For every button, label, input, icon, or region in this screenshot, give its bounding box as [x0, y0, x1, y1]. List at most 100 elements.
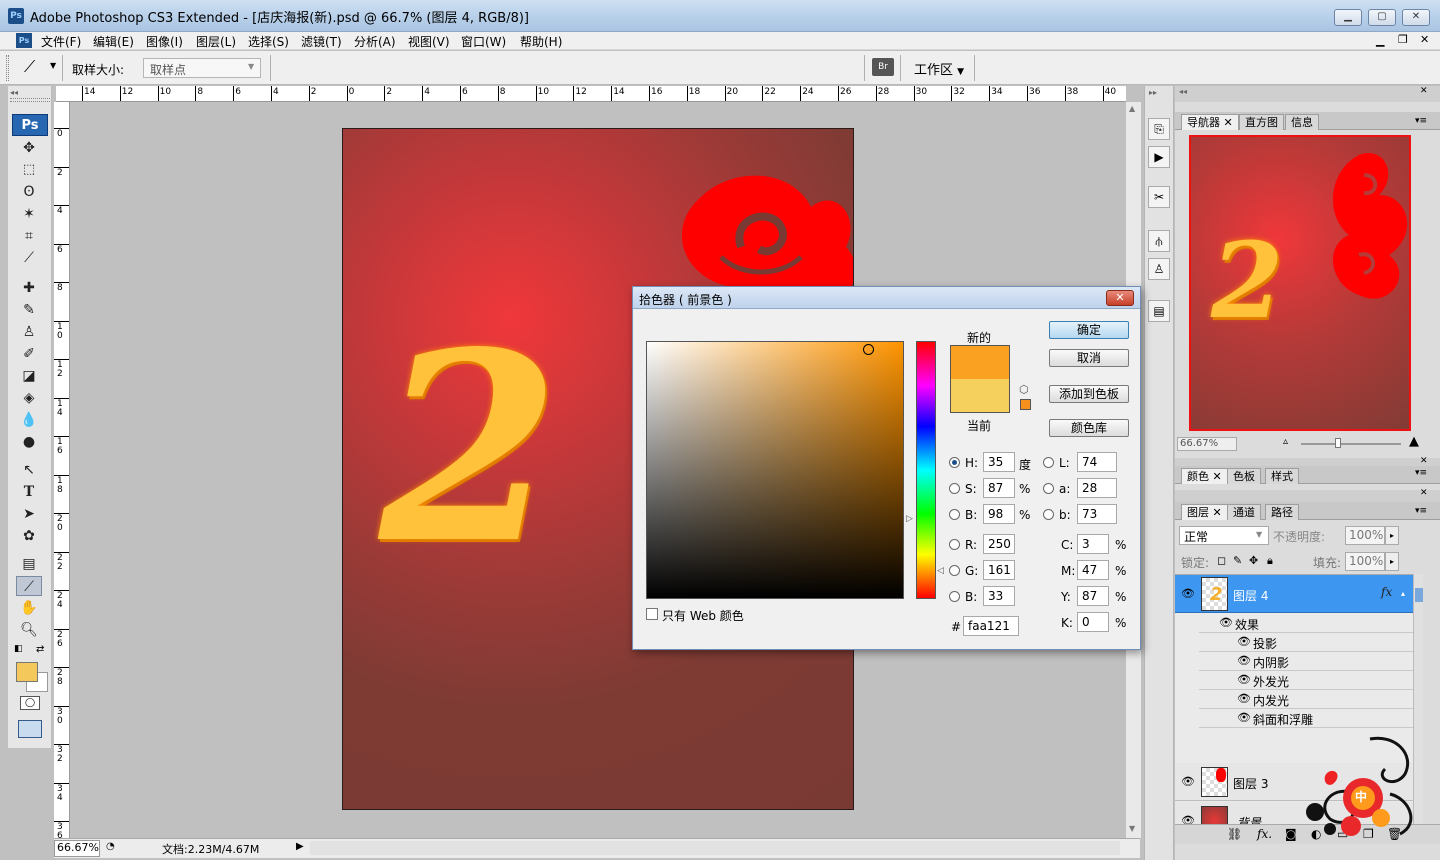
- effect-row[interactable]: 👁︎ 投影: [1199, 633, 1413, 652]
- tab-info[interactable]: 信息: [1285, 114, 1319, 130]
- hue-pointer-right-icon[interactable]: ◁: [937, 566, 944, 576]
- web-only-checkbox[interactable]: [646, 608, 658, 620]
- dialog-close-button[interactable]: ✕: [1106, 290, 1134, 306]
- link-layers-icon[interactable]: ⛓: [1227, 827, 1242, 841]
- visibility-eye-icon[interactable]: 👁︎: [1181, 587, 1195, 600]
- zoom-out-icon[interactable]: ▵: [1283, 436, 1288, 447]
- add-to-swatches-button[interactable]: 添加到色板: [1049, 385, 1129, 403]
- move-tool-icon[interactable]: ✥: [16, 138, 42, 158]
- tab-histogram[interactable]: 直方图: [1239, 114, 1284, 130]
- clone-stamp-tool-icon[interactable]: ♙: [16, 322, 42, 342]
- hue-slider[interactable]: [916, 341, 936, 599]
- panel-menu-icon[interactable]: ▾≡: [1415, 506, 1427, 516]
- tab-layers[interactable]: 图层 ✕: [1181, 504, 1228, 520]
- photoshop-logo[interactable]: Ps: [12, 114, 48, 136]
- layers-scroll-thumb[interactable]: [1415, 588, 1423, 602]
- doc-minimize-icon[interactable]: ▁: [1376, 34, 1384, 47]
- hand-tool-icon[interactable]: ✋: [16, 598, 42, 618]
- ok-button[interactable]: 确定: [1049, 321, 1129, 339]
- g-field[interactable]: 161: [983, 560, 1015, 580]
- menu-item-3[interactable]: 图层(L): [193, 33, 239, 50]
- bridge-icon[interactable]: Br: [872, 58, 894, 76]
- r-radio[interactable]: [949, 539, 960, 550]
- visibility-eye-icon[interactable]: 👁︎: [1237, 673, 1251, 686]
- tool-presets-icon[interactable]: ✂: [1148, 186, 1170, 208]
- eraser-tool-icon[interactable]: ◪: [16, 366, 42, 386]
- magic-wand-tool-icon[interactable]: ✶: [16, 204, 42, 224]
- effects-header[interactable]: 👁︎ 效果: [1199, 613, 1413, 633]
- tab-color[interactable]: 颜色 ✕: [1181, 468, 1228, 484]
- saturation-brightness-field[interactable]: [646, 341, 904, 599]
- brushes-panel-icon[interactable]: ⫛: [1148, 230, 1170, 252]
- visibility-eye-icon[interactable]: 👁︎: [1219, 616, 1233, 629]
- zoom-field[interactable]: 66.67%: [54, 840, 100, 857]
- dock-expand-icon[interactable]: ▸▸: [1149, 88, 1157, 97]
- sample-size-select[interactable]: 取样点 ▼: [143, 58, 261, 78]
- menu-item-0[interactable]: 文件(F): [38, 33, 84, 50]
- tool-preset-chevron-icon[interactable]: ▼: [50, 61, 56, 70]
- collapse-icon[interactable]: ◂◂: [1179, 87, 1187, 96]
- tab-styles[interactable]: 样式: [1265, 468, 1299, 484]
- paint-bucket-tool-icon[interactable]: ◈: [16, 388, 42, 408]
- foreground-color-swatch[interactable]: [16, 662, 38, 682]
- dialog-titlebar[interactable]: 拾色器 ( 前景色 ) ✕: [633, 287, 1140, 309]
- horizontal-scrollbar[interactable]: [310, 841, 1120, 855]
- scroll-up-icon[interactable]: ▲: [1129, 104, 1135, 113]
- s-radio[interactable]: [949, 483, 960, 494]
- layer-name[interactable]: 图层 3: [1233, 775, 1268, 792]
- a-radio[interactable]: [1043, 483, 1054, 494]
- h-field[interactable]: 35: [983, 452, 1015, 472]
- eyedropper-icon[interactable]: ⟋: [24, 57, 35, 77]
- a-field[interactable]: 28: [1077, 478, 1117, 498]
- marquee-tool-icon[interactable]: ⬚: [16, 160, 42, 180]
- color-selector-ring[interactable]: [863, 344, 874, 355]
- close-icon[interactable]: ✕: [1420, 86, 1428, 96]
- visibility-eye-icon[interactable]: 👁︎: [1237, 692, 1251, 705]
- menu-item-8[interactable]: 窗口(W): [458, 33, 509, 50]
- options-grip[interactable]: [6, 55, 9, 81]
- c-field[interactable]: 3: [1077, 534, 1109, 554]
- lab-b-field[interactable]: 73: [1077, 504, 1117, 524]
- h-radio[interactable]: [949, 457, 960, 468]
- path-selection-tool-icon[interactable]: ↖: [16, 460, 42, 480]
- clone-source-icon[interactable]: ♙: [1148, 258, 1170, 280]
- maximize-button[interactable]: ▢: [1368, 9, 1396, 26]
- zoom-in-icon[interactable]: ▲: [1409, 434, 1419, 449]
- swap-colors-icon[interactable]: ⇄: [36, 644, 44, 655]
- screen-mode-icon[interactable]: [18, 720, 42, 738]
- collapse-effects-icon[interactable]: ▴: [1401, 589, 1405, 598]
- layer-comps-icon[interactable]: ▤: [1148, 300, 1170, 322]
- m-field[interactable]: 47: [1077, 560, 1109, 580]
- lock-transparency-icon[interactable]: ◻: [1217, 554, 1226, 567]
- workspace-menu[interactable]: 工作区 ▼: [914, 59, 964, 78]
- quick-mask-icon[interactable]: ◯: [20, 696, 40, 710]
- y-field[interactable]: 87: [1077, 586, 1109, 606]
- lock-pixels-icon[interactable]: ✎: [1233, 554, 1242, 567]
- zoom-tool-icon[interactable]: 🔍︎: [16, 620, 42, 640]
- g-radio[interactable]: [949, 565, 960, 576]
- web-safe-swatch[interactable]: [1020, 399, 1031, 410]
- history-brush-tool-icon[interactable]: ✐: [16, 344, 42, 364]
- brightness-radio[interactable]: [949, 509, 960, 520]
- blue-field[interactable]: 33: [983, 586, 1015, 606]
- menu-item-1[interactable]: 编辑(E): [90, 33, 137, 50]
- cancel-button[interactable]: 取消: [1049, 349, 1129, 367]
- navigator-zoom-field[interactable]: 66.67%: [1177, 437, 1237, 451]
- document-icon[interactable]: Ps: [16, 33, 32, 48]
- lock-all-icon[interactable]: 🔒︎: [1267, 554, 1273, 568]
- l-field[interactable]: 74: [1077, 452, 1117, 472]
- visibility-eye-icon[interactable]: 👁︎: [1237, 711, 1251, 724]
- eyedropper-tool-icon[interactable]: ⟋: [16, 576, 42, 596]
- notes-tool-icon[interactable]: ▤: [16, 554, 42, 574]
- menu-item-2[interactable]: 图像(I): [143, 33, 186, 50]
- menu-item-5[interactable]: 滤镜(T): [298, 33, 345, 50]
- effect-row[interactable]: 👁︎ 内发光: [1199, 690, 1413, 709]
- scroll-down-icon[interactable]: ▼: [1129, 824, 1135, 833]
- lock-position-icon[interactable]: ✥: [1249, 554, 1258, 567]
- blue-radio[interactable]: [949, 591, 960, 602]
- status-options-icon[interactable]: ◔: [106, 841, 115, 852]
- actions-panel-icon[interactable]: ▶: [1148, 146, 1170, 168]
- menu-item-7[interactable]: 视图(V): [405, 33, 453, 50]
- visibility-eye-icon[interactable]: 👁︎: [1237, 635, 1251, 648]
- toolbox-grip[interactable]: [10, 98, 50, 102]
